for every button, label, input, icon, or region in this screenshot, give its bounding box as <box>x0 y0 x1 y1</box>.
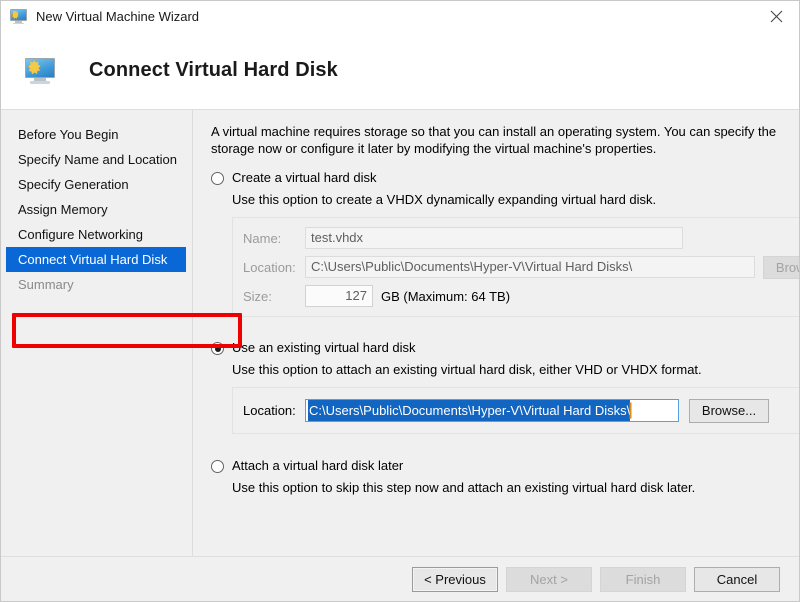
virtual-machine-monitor-icon <box>25 57 55 85</box>
existing-location-label: Location: <box>243 403 296 418</box>
sidebar-item-specify-name-and-location[interactable]: Specify Name and Location <box>6 147 186 172</box>
location-field-row: Location: C:\Users\Public\Documents\Hype… <box>243 255 799 279</box>
sidebar-item-assign-memory[interactable]: Assign Memory <box>6 197 186 222</box>
dialog-footer: < Previous Next > Finish Cancel <box>1 556 799 601</box>
sidebar-item-connect-virtual-hard-disk[interactable]: Connect Virtual Hard Disk <box>6 247 186 272</box>
existing-location-input-value: C:\Users\Public\Documents\Hyper-V\Virtua… <box>308 400 631 421</box>
location-input: C:\Users\Public\Documents\Hyper-V\Virtua… <box>305 256 755 278</box>
attach-virtual-hard-disk-later-label: Attach a virtual hard disk later <box>232 458 404 473</box>
location-label: Location: <box>243 259 296 275</box>
use-existing-virtual-hard-disk-radio[interactable] <box>211 342 224 355</box>
content-panel: A virtual machine requires storage so th… <box>193 110 799 556</box>
sidebar-item-configure-networking[interactable]: Configure Networking <box>6 222 186 247</box>
text-cursor <box>630 403 632 418</box>
size-input: 127 <box>305 285 373 307</box>
attach-virtual-hard-disk-later-radio[interactable] <box>211 460 224 473</box>
page-title: Connect Virtual Hard Disk <box>89 59 338 81</box>
page-header: Connect Virtual Hard Disk <box>1 32 799 110</box>
size-maximum-text: GB (Maximum: 64 TB) <box>381 288 511 304</box>
existing-location-input[interactable]: C:\Users\Public\Documents\Hyper-V\Virtua… <box>305 399 679 422</box>
existing-disk-browse-button[interactable]: Browse... <box>689 398 769 423</box>
previous-button[interactable]: < Previous <box>412 566 498 592</box>
sidebar-item-summary: Summary <box>18 277 74 292</box>
option-attach-virtual-hard-disk-later[interactable]: Attach a virtual hard disk later <box>211 458 799 474</box>
name-label: Name: <box>243 230 282 246</box>
intro-text: A virtual machine requires storage so th… <box>211 124 777 156</box>
next-button: Next > <box>506 566 592 592</box>
create-virtual-hard-disk-radio[interactable] <box>211 172 224 185</box>
create-disk-field-group: Name: test.vhdx Location: C:\Users\Publi… <box>232 217 799 317</box>
option-create-virtual-hard-disk[interactable]: Create a virtual hard disk <box>211 170 799 186</box>
existing-disk-field-group: Location: C:\Users\Public\Documents\Hype… <box>232 387 799 434</box>
cancel-button[interactable]: Cancel <box>694 566 780 592</box>
close-icon <box>770 10 783 23</box>
option-use-existing-virtual-hard-disk[interactable]: Use an existing virtual hard disk <box>211 340 799 356</box>
attach-virtual-hard-disk-later-description: Use this option to skip this step now an… <box>232 480 696 495</box>
new-virtual-machine-wizard-window: New Virtual Machine Wizard Connect Virtu… <box>0 0 800 602</box>
virtual-machine-monitor-icon <box>10 8 27 25</box>
window-title: New Virtual Machine Wizard <box>36 9 200 24</box>
finish-button: Finish <box>600 566 686 592</box>
use-existing-virtual-hard-disk-label: Use an existing virtual hard disk <box>232 340 416 355</box>
close-button[interactable] <box>753 1 799 32</box>
create-virtual-hard-disk-label: Create a virtual hard disk <box>232 170 377 185</box>
use-existing-virtual-hard-disk-description: Use this option to attach an existing vi… <box>232 362 702 377</box>
dialog-body: Before You Begin Specify Name and Locati… <box>1 110 799 556</box>
sidebar-item-before-you-begin[interactable]: Before You Begin <box>6 122 186 147</box>
sidebar-item-specify-generation[interactable]: Specify Generation <box>6 172 186 197</box>
existing-location-field-row: Location: C:\Users\Public\Documents\Hype… <box>243 398 799 423</box>
create-disk-browse-button: Browse... <box>763 255 799 279</box>
name-input: test.vhdx <box>305 227 683 249</box>
title-bar: New Virtual Machine Wizard <box>1 1 799 32</box>
size-field-row: Size: 127 GB (Maximum: 64 TB) <box>243 285 799 307</box>
size-label: Size: <box>243 288 272 304</box>
name-field-row: Name: test.vhdx <box>243 227 799 249</box>
create-virtual-hard-disk-description: Use this option to create a VHDX dynamic… <box>232 192 657 207</box>
wizard-steps-sidebar: Before You Begin Specify Name and Locati… <box>1 110 193 556</box>
